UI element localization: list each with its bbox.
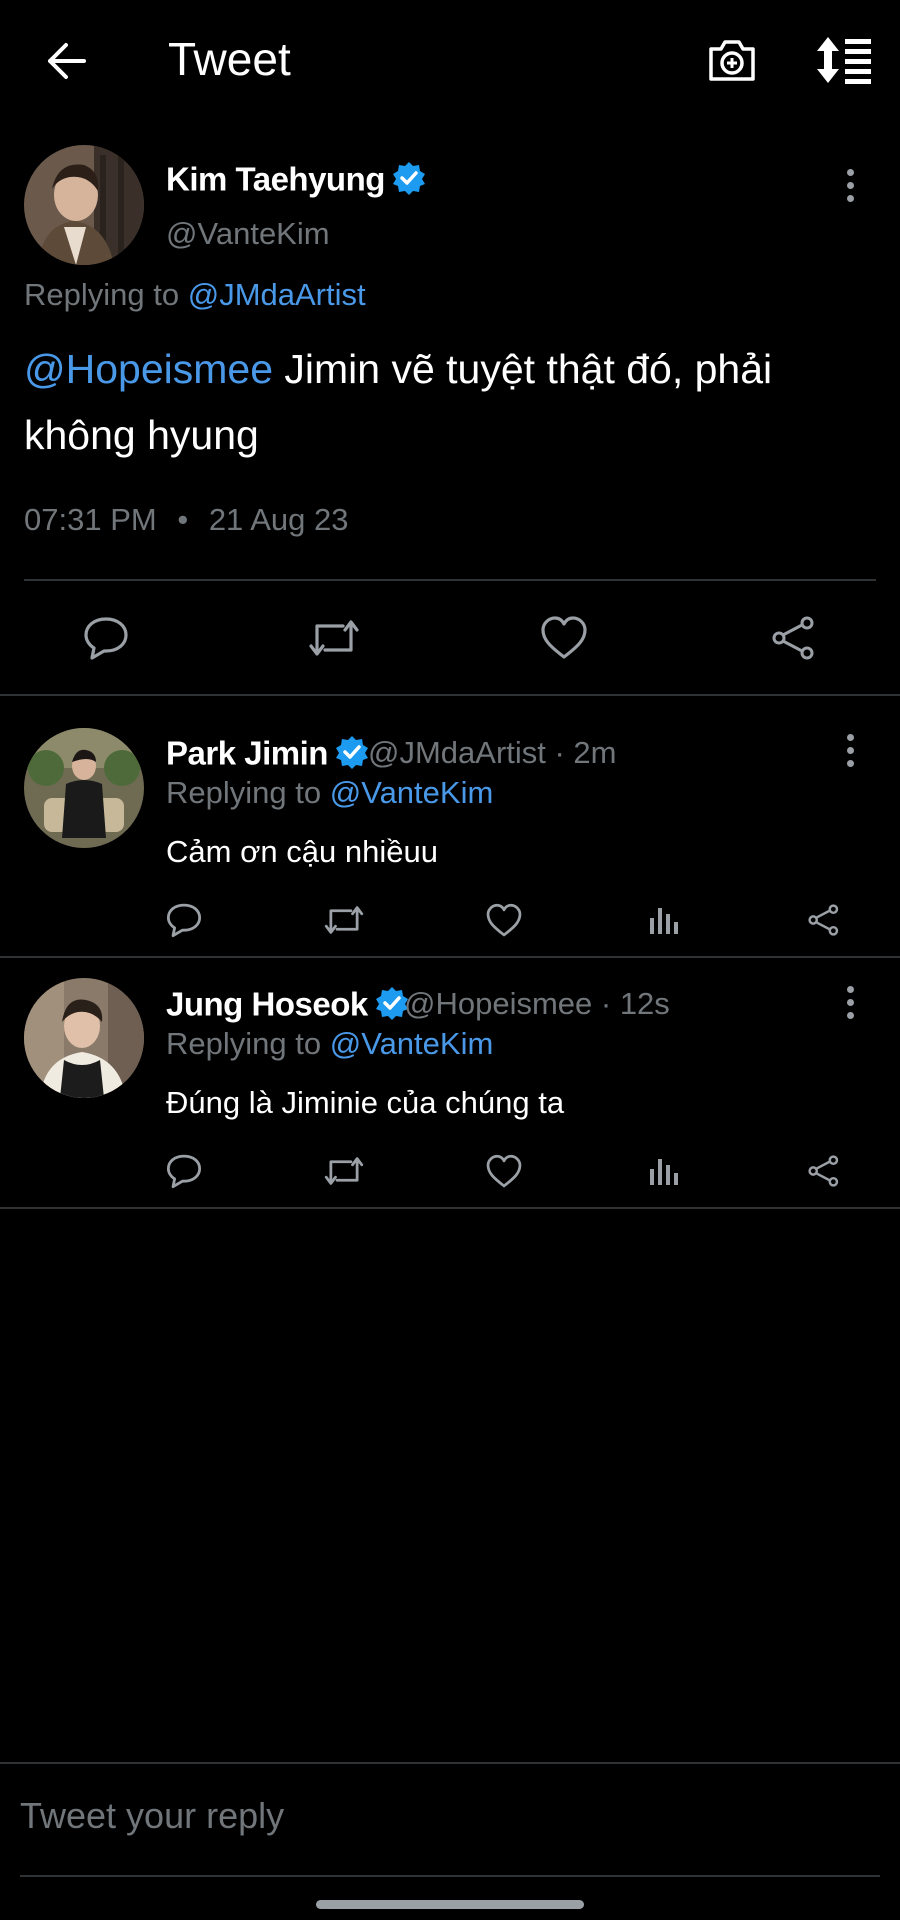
divider [0,1207,900,1209]
replying-to-line: Replying to @VanteKim [166,775,493,811]
reply-icon[interactable] [78,612,134,664]
reply-handle-time: @JMdaArtist · 2m [368,735,617,770]
tweet-text: @Hopeismee Jimin vẽ tuyệt thật đó, phải … [24,336,854,468]
avatar-kim-taehyung[interactable] [24,145,144,265]
reply-author-name[interactable]: Park Jimin [166,734,370,778]
retweet-icon[interactable] [320,1149,368,1193]
verified-badge-icon [391,160,427,204]
replying-to-line: Replying to @VanteKim [166,1026,493,1062]
more-options-icon[interactable] [830,160,870,210]
tweet-date: 21 Aug 23 [208,502,349,537]
reply-author-name[interactable]: Jung Hoseok [166,985,410,1029]
meta-separator: • [177,502,189,537]
replying-to-link[interactable]: @VanteKim [330,775,494,810]
like-heart-icon[interactable] [482,1149,526,1193]
tweet-time: 07:31 PM [24,502,157,537]
replying-prefix: Replying to [166,775,322,810]
home-indicator[interactable] [316,1900,584,1909]
like-heart-icon[interactable] [482,898,526,942]
tweet-timestamp: 07:31 PM • 21 Aug 23 [24,502,348,538]
more-options-icon[interactable] [830,725,870,775]
sort-list-icon[interactable] [812,32,876,88]
reply-text: Đúng là Jiminie của chúng ta [166,1085,565,1120]
analytics-icon[interactable] [642,1149,686,1193]
avatar-jung-hoseok[interactable] [24,978,144,1098]
author-name[interactable]: Kim Taehyung [166,160,427,204]
share-icon[interactable] [802,1149,846,1193]
back-arrow-icon[interactable] [36,36,96,86]
divider [0,694,900,696]
camera-plus-icon[interactable] [700,34,764,86]
mention-link[interactable]: @Hopeismee [24,346,273,392]
top-app-bar: Tweet [0,0,900,120]
share-icon[interactable] [766,612,822,664]
replying-prefix: Replying to [166,1026,322,1061]
reply-author-name-text: Park Jimin [166,734,328,772]
author-name-text: Kim Taehyung [166,160,385,198]
reply-icon[interactable] [162,898,206,942]
reply-input[interactable]: Tweet your reply [20,1795,284,1837]
divider [24,579,876,581]
reply-author-name-text: Jung Hoseok [166,985,368,1023]
divider [0,956,900,958]
replying-prefix: Replying to [24,277,180,312]
retweet-icon[interactable] [306,612,362,664]
author-handle[interactable]: @VanteKim [166,216,330,252]
more-options-icon[interactable] [830,977,870,1027]
composer-top-border [0,1762,900,1764]
reply-handle-time: @Hopeismee · 12s [404,986,670,1021]
replying-to-link[interactable]: @JMdaArtist [188,277,366,312]
reply-icon[interactable] [162,1149,206,1193]
like-heart-icon[interactable] [536,612,592,664]
replying-to-link[interactable]: @VanteKim [330,1026,494,1061]
analytics-icon[interactable] [642,898,686,942]
page-title: Tweet [168,33,291,85]
composer-underline [20,1875,880,1877]
avatar-park-jimin[interactable] [24,728,144,848]
share-icon[interactable] [802,898,846,942]
replying-to-line: Replying to @JMdaArtist [24,277,366,313]
retweet-icon[interactable] [320,898,368,942]
reply-text: Cảm ơn cậu nhiềuu [166,834,438,869]
verified-badge-icon [334,734,370,778]
